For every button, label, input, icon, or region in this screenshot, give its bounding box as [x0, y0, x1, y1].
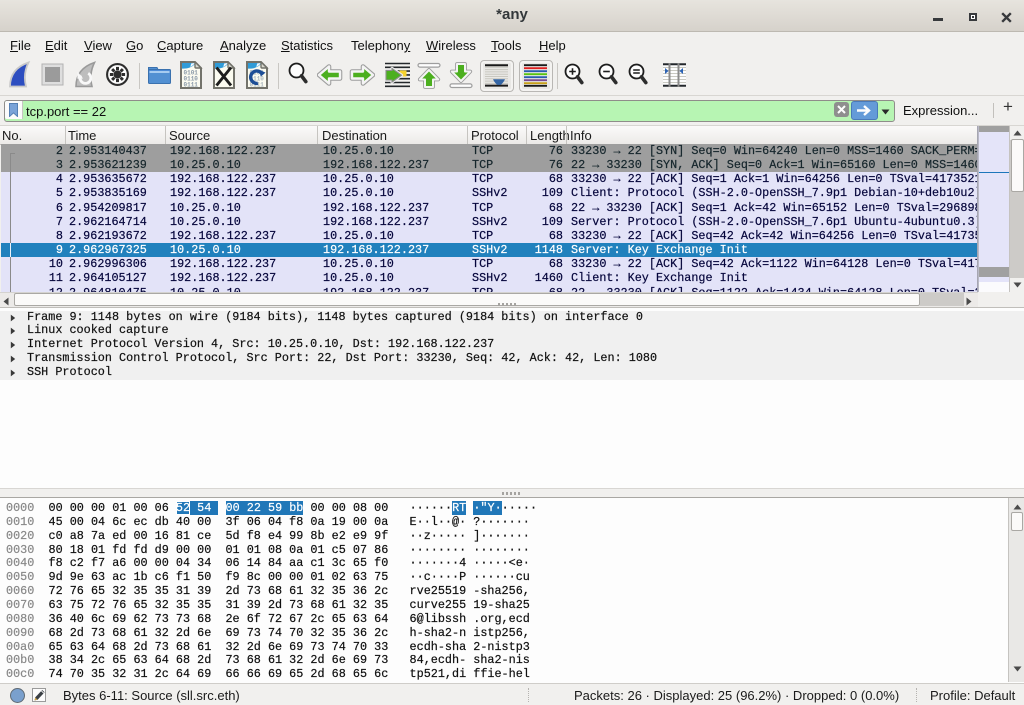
svg-text:0111: 0111 [184, 82, 199, 89]
